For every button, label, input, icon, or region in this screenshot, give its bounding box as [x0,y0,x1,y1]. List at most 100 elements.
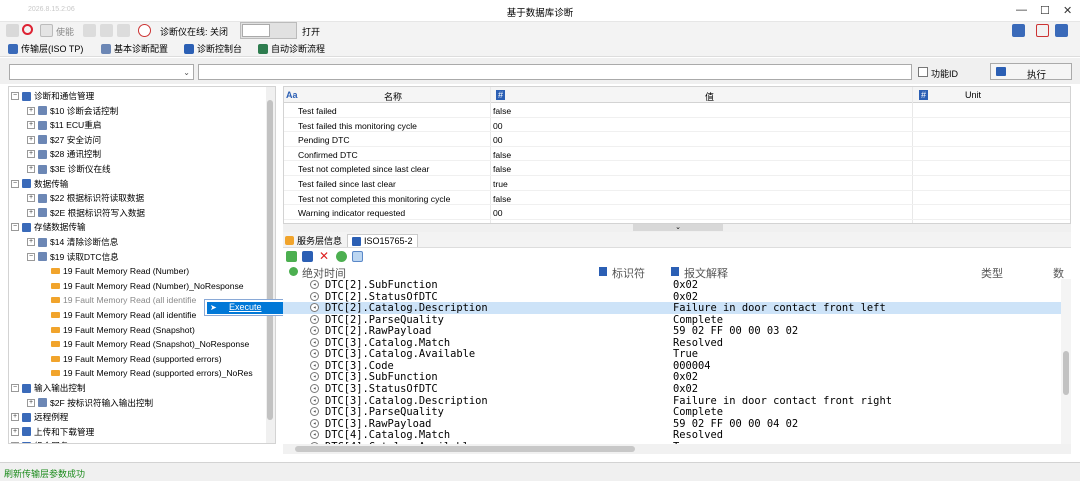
unit-column-header[interactable]: Unit [965,90,981,100]
log-row[interactable]: ◂ DTC[2].RawPayload 59 02 FF 00 00 03 02 [283,325,1061,337]
log-row[interactable]: ◂ DTC[3].Code 000004 [283,360,1061,372]
expand-toggle-icon[interactable]: + [11,427,19,436]
tab-iso15765[interactable]: ISO15765-2 [347,234,418,247]
tree-node[interactable]: + 远程例程 [11,410,68,424]
pane-splitter[interactable]: ⌄ [283,224,1071,232]
expand-toggle-icon[interactable]: + [27,150,35,159]
pause-icon[interactable] [286,251,297,262]
command-input[interactable] [198,64,912,80]
table-row[interactable]: Test failed false [284,103,1070,118]
tree-node[interactable]: 19 Fault Memory Read (supported errors)_… [51,366,253,380]
table-row[interactable]: Test not completed this monitoring cycle… [284,191,1070,206]
scroll-thumb[interactable] [295,446,635,452]
copy-icon[interactable] [302,251,313,262]
log-row[interactable]: ◂ DTC[3].SubFunction 0x02 [283,371,1061,383]
scroll-thumb[interactable] [267,100,273,420]
tab-auto-flow[interactable]: 自动诊断流程 [258,42,325,55]
log-row[interactable]: ◂ DTC[3].Catalog.Match Resolved [283,337,1061,349]
log-row[interactable]: ◂ DTC[3].Catalog.Description Failure in do… [283,395,1061,407]
online-toggle[interactable] [240,22,297,39]
log-row[interactable]: ◂ DTC[4].Catalog.Match Resolved [283,429,1061,441]
stop-icon[interactable] [22,24,33,35]
tree-node[interactable]: − 输入输出控制 [11,381,86,395]
tree-node[interactable]: 19 Fault Memory Read (Number) [51,264,189,278]
tree-node[interactable]: + $3E 诊断仪在线 [27,162,111,176]
tab-service-layer[interactable]: 服务层信息 [285,234,342,247]
tree-node[interactable]: 19 Fault Memory Read (supported errors) [51,352,222,366]
function-id-checkbox[interactable] [918,67,928,77]
log-row[interactable]: ◂ DTC[3].StatusOfDTC 0x02 [283,383,1061,395]
expand-toggle-icon[interactable]: − [27,252,35,261]
tree-node[interactable]: + $2E 根据标识符写入数据 [27,206,145,220]
tree-node[interactable]: 19 Fault Memory Read (Number)_NoResponse [51,279,244,293]
tab-transport-layer[interactable]: 传输层(ISO TP) [8,42,83,55]
expand-toggle-icon[interactable]: − [11,384,19,392]
close-button[interactable]: ✕ [1063,4,1072,17]
save-as-icon[interactable] [117,24,130,37]
tree-node[interactable]: + 组合服务 [11,439,68,443]
tree-node[interactable]: + $14 清除诊断信息 [27,235,118,249]
log-row[interactable]: ◂ DTC[2].StatusOfDTC 0x02 [283,291,1061,303]
table-row[interactable]: Warning indicator requested 00 [284,205,1070,220]
table-row[interactable]: Test failed this monitoring cycle 00 [284,118,1070,133]
tree-node[interactable]: + $2F 按标识符输入输出控制 [27,396,153,410]
tree-node[interactable]: + $10 诊断会话控制 [27,104,118,118]
export-icon[interactable] [1055,24,1068,37]
collapse-handle-icon[interactable]: ⌄ [633,224,723,231]
expand-toggle-icon[interactable]: + [11,442,19,443]
expand-toggle-icon[interactable]: + [11,413,19,422]
expand-toggle-icon[interactable]: + [27,106,35,115]
refresh-icon[interactable] [336,251,347,262]
log-row[interactable]: ◂ DTC[3].ParseQuality Complete [283,406,1061,418]
diagnostic-icon[interactable] [138,24,151,37]
tree-node[interactable]: + $28 通讯控制 [27,147,101,161]
log-row[interactable]: ◂ DTC[3].Catalog.Available True [283,348,1061,360]
filter-icon[interactable] [352,251,363,262]
tree-node[interactable]: − $19 读取DTC信息 [27,250,119,264]
name-column-header[interactable]: 名称 [384,90,402,103]
scroll-thumb[interactable] [1063,351,1069,395]
tree-node[interactable]: + $22 根据标识符读取数据 [27,191,144,205]
expand-toggle-icon[interactable]: − [11,179,19,188]
tree-node[interactable]: + $11 ECU重启 [27,118,101,132]
tree-node[interactable]: 19 Fault Memory Read (Snapshot) [51,323,195,337]
wrench-icon[interactable] [1012,24,1025,37]
open-file-icon[interactable] [83,24,96,37]
expand-toggle-icon[interactable]: + [27,238,35,246]
log-row[interactable]: ◂ DTC[3].RawPayload 59 02 FF 00 00 04 02 [283,418,1061,430]
expand-toggle-icon[interactable]: + [27,398,35,407]
execute-button[interactable]: 执行 [990,63,1072,81]
table-row[interactable]: Test failed since last clear true [284,176,1070,191]
expand-toggle-icon[interactable]: + [27,121,35,130]
tree-node[interactable]: 19 Fault Memory Read (all identifie [51,293,196,307]
disconnect-icon[interactable] [6,24,19,37]
tree-node[interactable]: + $27 安全访问 [27,133,101,147]
expand-toggle-icon[interactable]: + [27,135,35,144]
tab-diag-console[interactable]: 诊断控制台 [184,42,242,55]
tree-node[interactable]: − 诊断和通信管理 [11,89,94,103]
expand-toggle-icon[interactable]: + [27,194,35,203]
service-combo[interactable]: ⌄ [9,64,194,80]
table-row[interactable]: Confirmed DTC false [284,147,1070,162]
tree-node[interactable]: + 上传和下载管理 [11,425,94,439]
value-column-header[interactable]: 值 [705,90,714,103]
tab-basic-config[interactable]: 基本诊断配置 [101,42,168,55]
log-row[interactable]: ◂ DTC[2].Catalog.Description Failure in do… [283,302,1061,314]
expand-toggle-icon[interactable]: + [27,165,35,173]
expand-toggle-icon[interactable]: − [11,92,19,100]
tree-node[interactable]: 19 Fault Memory Read (all identifie [51,308,196,322]
tree-node[interactable]: − 数据传输 [11,177,68,191]
expand-toggle-icon[interactable]: + [27,208,35,217]
delete-icon[interactable] [1036,24,1049,37]
log-row[interactable]: ◂ DTC[2].ParseQuality Complete [283,314,1061,326]
enable-checkbox[interactable] [40,24,53,37]
log-scrollbar[interactable] [1061,279,1071,444]
table-row[interactable]: Pending DTC 00 [284,132,1070,147]
clear-icon[interactable]: ✕ [319,250,330,262]
save-icon[interactable] [100,24,113,37]
log-horizontal-scrollbar[interactable] [283,444,1071,454]
maximize-button[interactable]: ☐ [1040,4,1050,17]
expand-toggle-icon[interactable]: − [11,223,19,232]
tree-node[interactable]: − 存储数据传输 [11,220,86,234]
log-row[interactable]: ◂ DTC[2].SubFunction 0x02 [283,279,1061,291]
